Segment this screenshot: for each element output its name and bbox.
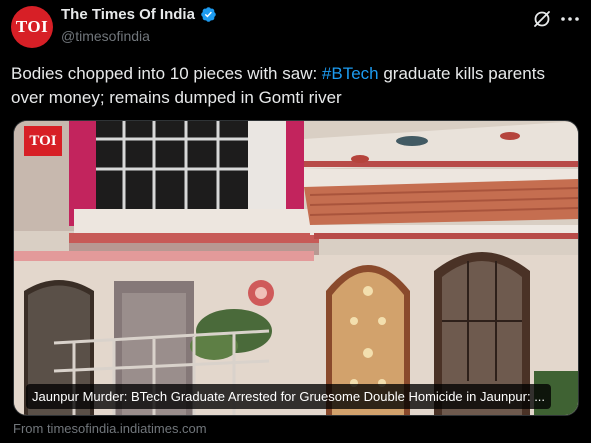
- tweet-text: Bodies chopped into 10 pieces with saw: …: [11, 62, 581, 110]
- more-dots-icon[interactable]: [559, 8, 581, 30]
- link-source-domain[interactable]: From timesofindia.indiatimes.com: [13, 421, 207, 436]
- hashtag-link[interactable]: #BTech: [322, 64, 379, 83]
- tweet-text-before: Bodies chopped into 10 pieces with saw:: [11, 64, 322, 83]
- link-card-media[interactable]: TOI Jaunpur Murder: BTech Graduate Arres…: [13, 120, 579, 416]
- house-photo: [14, 121, 578, 415]
- toi-brand-logo: TOI: [24, 126, 62, 156]
- verified-badge-icon: [201, 7, 216, 22]
- account-avatar[interactable]: TOI: [11, 6, 53, 48]
- avatar-text: TOI: [15, 17, 49, 36]
- grok-slash-icon[interactable]: [531, 8, 553, 30]
- account-handle[interactable]: @timesofindia: [61, 28, 150, 44]
- account-name-row[interactable]: The Times Of India: [61, 6, 217, 23]
- toi-logo-text: TOI: [29, 132, 57, 149]
- account-name[interactable]: The Times Of India: [61, 6, 195, 23]
- link-card-title[interactable]: Jaunpur Murder: BTech Graduate Arrested …: [26, 384, 552, 409]
